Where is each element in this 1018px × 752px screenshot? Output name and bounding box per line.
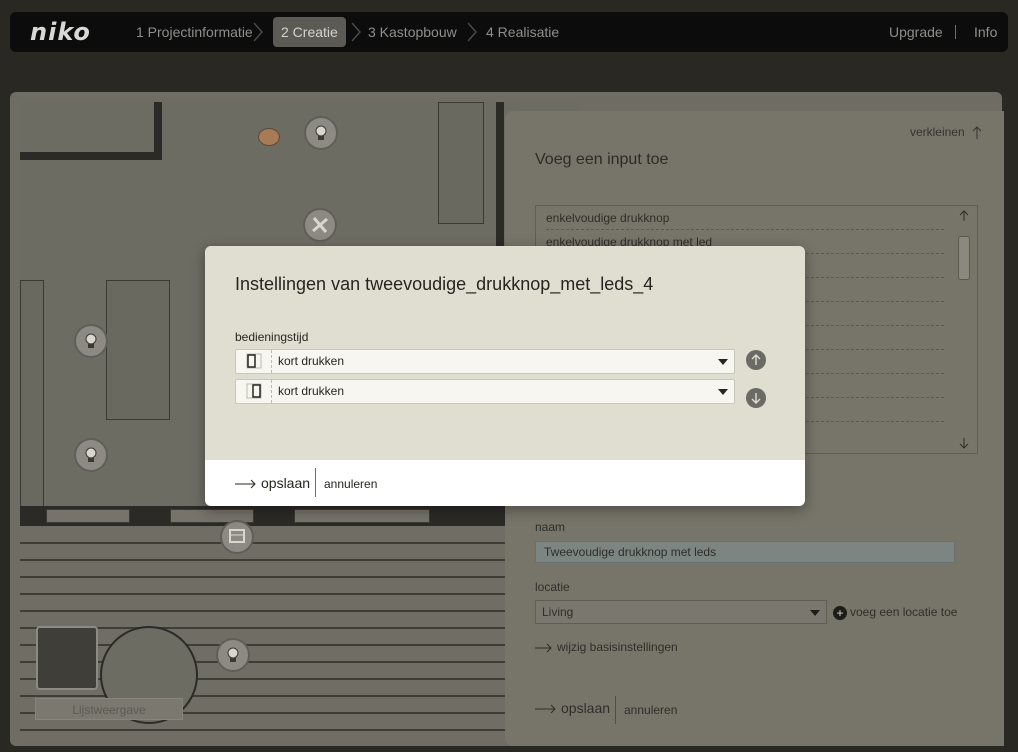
- counter: [20, 280, 44, 510]
- list-scrollbar[interactable]: [951, 206, 977, 453]
- panel-save-label: opslaan: [561, 700, 611, 716]
- arrow-right-icon: [535, 704, 556, 714]
- arrow-right-icon: [235, 479, 256, 489]
- button-2-press-select[interactable]: kort drukken: [235, 379, 735, 404]
- change-settings-label: wijzig basisinstellingen: [557, 640, 678, 654]
- settings-modal: Instellingen van tweevoudige_drukknop_me…: [205, 246, 805, 506]
- location-select[interactable]: Living: [535, 600, 827, 624]
- save-label: opslaan: [261, 475, 311, 491]
- step-kastopbouw[interactable]: 3 Kastopbouw: [360, 17, 465, 47]
- step-creatie[interactable]: 2 Creatie: [273, 17, 346, 47]
- step-realisatie[interactable]: 4 Realisatie: [478, 17, 567, 47]
- lightbulb-icon[interactable]: [74, 324, 108, 358]
- divider: [615, 696, 616, 724]
- chevron-down-icon: [810, 610, 820, 616]
- chevron-down-icon: [718, 389, 728, 395]
- scrollbar-thumb[interactable]: [958, 236, 970, 280]
- chevron-right-icon: [466, 21, 478, 43]
- button-top-icon: [236, 350, 272, 373]
- lightbulb-icon[interactable]: [74, 438, 108, 472]
- chevron-right-icon: [252, 21, 264, 43]
- panel-save-button[interactable]: opslaan: [535, 700, 610, 716]
- location-value: Living: [542, 605, 574, 619]
- modal-footer: opslaan annuleren: [205, 460, 805, 506]
- location-label: locatie: [535, 580, 570, 594]
- change-settings-link[interactable]: wijzig basisinstellingen: [535, 640, 678, 654]
- name-label: naam: [535, 520, 566, 534]
- arrow-right-icon: [535, 643, 552, 653]
- arrow-up-icon: [972, 126, 982, 139]
- add-location-label: voeg een locatie toe: [850, 605, 958, 619]
- list-view-button[interactable]: Lijstweergave: [35, 698, 183, 720]
- wall: [20, 152, 162, 160]
- operating-time-label: bedieningstijd: [235, 330, 309, 344]
- scroll-down-icon: [959, 438, 969, 449]
- fan-icon[interactable]: [303, 208, 337, 242]
- divider: [955, 25, 956, 39]
- plus-icon: +: [833, 605, 847, 620]
- select-value: kort drukken: [278, 354, 345, 368]
- button-bottom-icon: [236, 380, 272, 403]
- minimap-thumbnail[interactable]: [36, 626, 98, 690]
- window: [294, 509, 430, 523]
- modal-body: Instellingen van tweevoudige_drukknop_me…: [205, 246, 805, 460]
- kitchen-island: [106, 280, 170, 420]
- select-value: kort drukken: [278, 384, 345, 398]
- cabinet: [438, 102, 484, 224]
- niko-logo[interactable]: niko: [30, 18, 91, 46]
- panel-cancel-button[interactable]: annuleren: [624, 703, 677, 717]
- arrow-down-icon: [751, 393, 761, 404]
- cancel-button[interactable]: annuleren: [324, 476, 377, 492]
- name-field[interactable]: Tweevoudige drukknop met leds: [535, 541, 955, 563]
- info-link[interactable]: Info: [974, 17, 997, 47]
- window: [46, 509, 130, 523]
- divider: [315, 468, 316, 497]
- move-up-button[interactable]: [746, 350, 766, 370]
- shrink-button[interactable]: verkleinen: [910, 125, 982, 140]
- lightbulb-icon[interactable]: [304, 116, 338, 150]
- save-button[interactable]: opslaan: [235, 474, 310, 492]
- top-bar: niko 1 Projectinformatie 2 Creatie 3 Kas…: [10, 12, 1008, 52]
- add-location-button[interactable]: + voeg een locatie toe: [833, 604, 957, 620]
- arrow-up-icon: [751, 354, 761, 365]
- shrink-label: verkleinen: [909, 125, 965, 139]
- chevron-down-icon: [718, 359, 728, 365]
- scroll-up-icon: [959, 210, 969, 221]
- step-projectinformatie[interactable]: 1 Projectinformatie: [128, 17, 261, 47]
- blinds-icon[interactable]: [220, 520, 254, 554]
- move-down-button[interactable]: [746, 388, 766, 408]
- upgrade-link[interactable]: Upgrade: [889, 17, 943, 47]
- panel-title: Voeg een input toe: [535, 151, 669, 168]
- button-1-press-select[interactable]: kort drukken: [235, 349, 735, 374]
- list-item[interactable]: enkelvoudige drukknop: [546, 206, 944, 230]
- modal-title: Instellingen van tweevoudige_drukknop_me…: [235, 274, 654, 294]
- lightbulb-icon[interactable]: [216, 638, 250, 672]
- comment-icon[interactable]: [258, 128, 280, 146]
- wall: [154, 102, 162, 160]
